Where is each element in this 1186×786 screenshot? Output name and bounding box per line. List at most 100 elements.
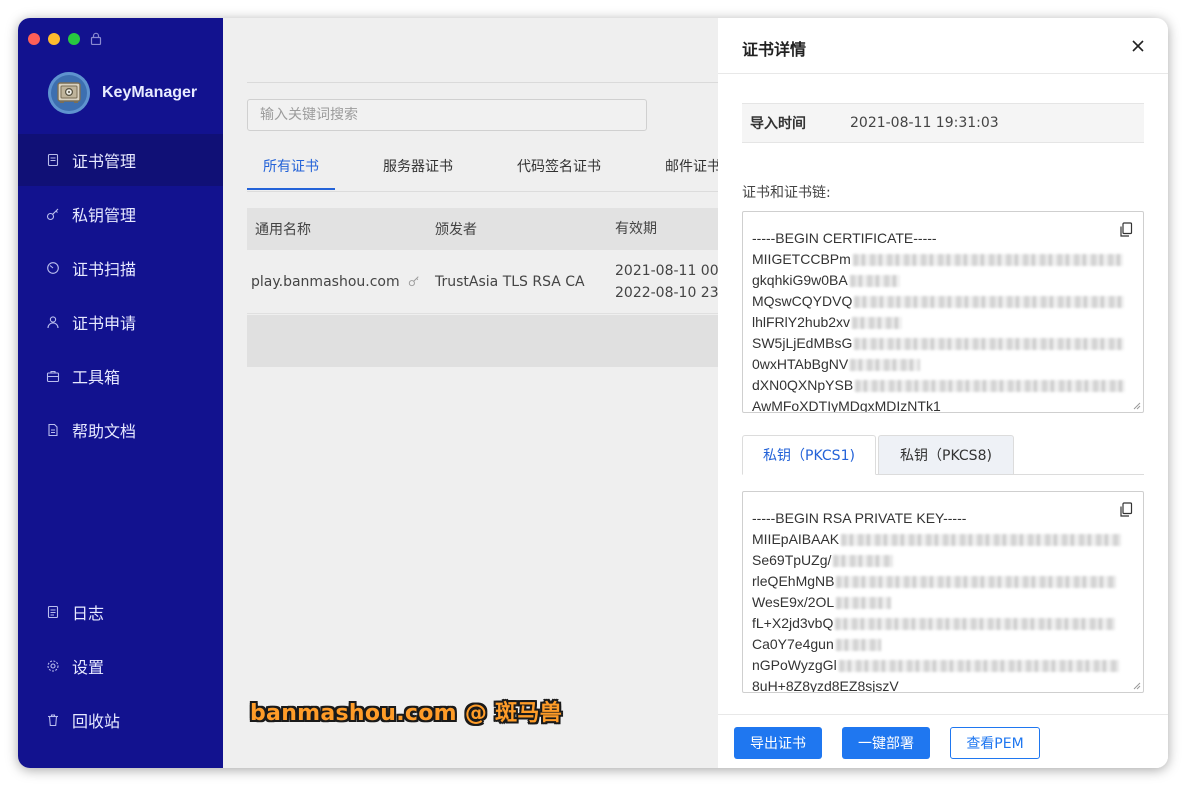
lock-icon[interactable] [90, 32, 102, 45]
drawer-footer: 导出证书 一键部署 查看PEM [718, 714, 1168, 768]
export-certificate-button[interactable]: 导出证书 [734, 727, 822, 759]
code-line: gkqhkiG9w0BA [752, 270, 1135, 291]
sidebar-item-trash[interactable]: 回收站 [18, 694, 223, 746]
code-line: Ca0Y7e4gun [752, 634, 1135, 655]
document-icon [48, 423, 58, 437]
redacted-text [833, 555, 894, 567]
tab-code-signing-certificates[interactable]: 代码签名证书 [501, 156, 617, 190]
redacted-text [841, 534, 1122, 546]
safe-icon [48, 72, 90, 114]
code-line: MIIEpAIBAAK [752, 529, 1135, 550]
maximize-window-button[interactable] [68, 32, 80, 45]
column-header-issuer: 颁发者 [435, 222, 477, 238]
code-line: MQswCQYDVQ [752, 291, 1135, 312]
sidebar-item-private-keys[interactable]: 私钥管理 [18, 188, 223, 240]
code-line: dXN0QXNpYSB [752, 375, 1135, 396]
drawer-title: 证书详情 [742, 40, 807, 59]
user-icon [47, 316, 59, 329]
redacted-text [835, 639, 881, 651]
redacted-text [836, 597, 892, 609]
code-line: AwMFoXDTIyMDgxMDIzNTk1 [752, 398, 941, 413]
watermark: banmashou.com @ 斑马兽 [250, 701, 563, 726]
certificate-chain-label: 证书和证书链: [742, 185, 831, 201]
copy-icon[interactable] [1119, 222, 1133, 238]
sidebar-item-scan[interactable]: 证书扫描 [18, 242, 223, 294]
code-line: -----BEGIN CERTIFICATE----- [752, 230, 937, 246]
gear-icon [47, 660, 59, 672]
redacted-text [850, 359, 921, 371]
cell-common-name-text: play.banmashou.com [251, 273, 400, 290]
certificate-tabs: 所有证书 服务器证书 代码签名证书 邮件证书 [247, 156, 769, 190]
toolbox-icon [46, 370, 60, 383]
code-line: MIIGETCCBPm [752, 249, 1135, 270]
code-line: -----BEGIN RSA PRIVATE KEY----- [752, 510, 967, 526]
resize-handle[interactable] [1133, 682, 1141, 690]
app-window: KeyManager 证书管理 私钥管理 证书扫描 证书申请 工具箱 帮助文档 [18, 18, 1168, 768]
code-line: nGPoWyzgGl [752, 655, 1135, 676]
redacted-text [849, 275, 900, 287]
sidebar-item-label: 证书扫描 [72, 260, 137, 279]
code-line: SW5jLjEdMBsG [752, 333, 1135, 354]
close-window-button[interactable] [28, 32, 40, 45]
copy-icon[interactable] [1119, 502, 1133, 518]
sidebar-item-settings[interactable]: 设置 [18, 640, 223, 692]
key-icon [46, 208, 59, 221]
sidebar-item-label: 证书申请 [72, 314, 137, 333]
sidebar-item-label: 帮助文档 [72, 422, 137, 441]
tab-server-certificates[interactable]: 服务器证书 [367, 156, 469, 190]
redacted-text [854, 296, 1125, 308]
tab-pkcs8[interactable]: 私钥（PKCS8) [878, 435, 1014, 475]
view-pem-button[interactable]: 查看PEM [950, 727, 1040, 759]
redacted-text [852, 317, 903, 329]
cell-common-name: play.banmashou.com [247, 274, 431, 290]
sidebar-item-logs[interactable]: 日志 [18, 586, 223, 638]
code-line: 0wxHTAbBgNV [752, 354, 1135, 375]
code-line: fL+X2jd3vbQ [752, 613, 1135, 634]
drawer-header: 证书详情 [718, 18, 1168, 74]
code-line: lhlFRlY2hub2xv [752, 312, 1135, 333]
code-line: WesE9x/2OL [752, 592, 1135, 613]
column-header-name: 通用名称 [255, 222, 311, 238]
code-line: rleQEhMgNB [752, 571, 1135, 592]
redacted-text [852, 254, 1123, 266]
sidebar-item-label: 设置 [72, 658, 105, 677]
redacted-text [838, 660, 1119, 672]
sidebar-item-label: 私钥管理 [72, 206, 137, 225]
close-icon[interactable] [1130, 38, 1146, 54]
window-controls [28, 32, 102, 45]
import-time-value: 2021-08-11 19:31:03 [850, 115, 999, 131]
code-line: Se69TpUZg/ [752, 550, 1135, 571]
sidebar-item-help[interactable]: 帮助文档 [18, 404, 223, 456]
scan-icon [47, 262, 59, 274]
code-line: 8uH+8Z8yzd8EZ8sjszV [752, 678, 899, 693]
redacted-text [835, 618, 1116, 630]
minimize-window-button[interactable] [48, 32, 60, 45]
redacted-text [855, 380, 1126, 392]
sidebar-item-label: 回收站 [72, 712, 121, 731]
app-name: KeyManager [102, 84, 198, 101]
private-key-textarea[interactable]: -----BEGIN RSA PRIVATE KEY----- MIIEpAIB… [742, 491, 1144, 693]
private-key-tabs: 私钥（PKCS1) 私钥（PKCS8) [742, 435, 1144, 475]
trash-icon [48, 714, 58, 727]
cell-issuer: TrustAsia TLS RSA CA [435, 273, 585, 290]
import-time-label: 导入时间 [750, 116, 806, 132]
sidebar-item-apply[interactable]: 证书申请 [18, 296, 223, 348]
sidebar-item-label: 日志 [72, 604, 105, 623]
certificate-icon [47, 153, 59, 167]
deploy-button[interactable]: 一键部署 [842, 727, 930, 759]
certificate-chain-textarea[interactable]: -----BEGIN CERTIFICATE----- MIIGETCCBPm … [742, 211, 1144, 413]
import-time-row: 导入时间 2021-08-11 19:31:03 [742, 103, 1144, 143]
redacted-text [854, 338, 1125, 350]
search-input[interactable]: 输入关键词搜索 [247, 99, 647, 131]
sidebar-item-label: 工具箱 [72, 368, 121, 387]
tab-pkcs1[interactable]: 私钥（PKCS1) [742, 435, 876, 475]
redacted-text [836, 576, 1117, 588]
resize-handle[interactable] [1133, 402, 1141, 410]
sidebar-item-label: 证书管理 [72, 152, 137, 171]
sidebar-item-toolbox[interactable]: 工具箱 [18, 350, 223, 402]
certificate-detail-drawer: 证书详情 导入时间 2021-08-11 19:31:03 证书和证书链: --… [718, 18, 1168, 768]
key-icon [408, 275, 419, 286]
sidebar-item-certificates[interactable]: 证书管理 [18, 134, 223, 186]
brand: KeyManager [48, 72, 197, 114]
tab-all-certificates[interactable]: 所有证书 [247, 156, 335, 190]
